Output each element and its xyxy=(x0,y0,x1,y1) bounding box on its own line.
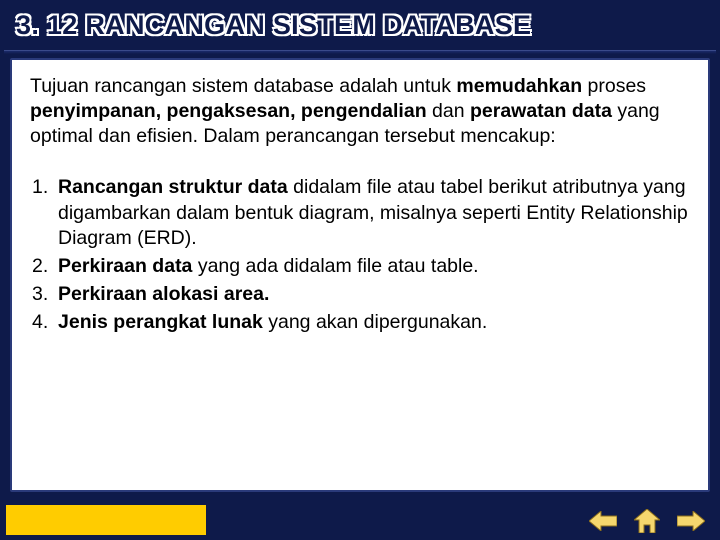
intro-paragraph: Tujuan rancangan sistem database adalah … xyxy=(30,74,690,149)
intro-text: dan xyxy=(427,100,470,122)
intro-bold-3: perawatan data xyxy=(470,100,612,122)
arrow-left-icon xyxy=(589,511,617,531)
item-rest: yang ada didalam file atau table. xyxy=(192,255,478,277)
list-item: 3. Perkiraan alokasi area. xyxy=(30,282,690,308)
slide-title: 3. 12 RANCANGAN SISTEM DATABASE xyxy=(16,10,704,41)
intro-bold-1: memudahkan xyxy=(456,75,582,97)
item-bold: Jenis perangkat lunak xyxy=(58,311,263,333)
home-button[interactable] xyxy=(632,508,662,534)
arrow-right-icon xyxy=(677,511,705,531)
item-text: Perkiraan alokasi area. xyxy=(58,282,690,308)
item-text: Jenis perangkat lunak yang akan dipergun… xyxy=(58,310,690,336)
item-number: 1. xyxy=(30,175,58,252)
item-number: 3. xyxy=(30,282,58,308)
footer-bar xyxy=(0,500,720,540)
item-rest: yang akan dipergunakan. xyxy=(263,311,487,333)
slide: 3. 12 RANCANGAN SISTEM DATABASE Tujuan r… xyxy=(0,0,720,540)
title-underline xyxy=(4,50,716,54)
intro-text: proses xyxy=(582,75,646,97)
item-bold: Perkiraan alokasi area. xyxy=(58,283,269,305)
list-item: 1. Rancangan struktur data didalam file … xyxy=(30,175,690,252)
item-number: 2. xyxy=(30,254,58,280)
footer-accent xyxy=(6,505,206,535)
intro-bold-2: penyimpanan, pengaksesan, pengendalian xyxy=(30,100,427,122)
title-bar: 3. 12 RANCANGAN SISTEM DATABASE xyxy=(4,4,716,49)
prev-button[interactable] xyxy=(588,508,618,534)
home-icon xyxy=(634,509,660,533)
list-item: 4. Jenis perangkat lunak yang akan diper… xyxy=(30,310,690,336)
content-box: Tujuan rancangan sistem database adalah … xyxy=(10,58,710,492)
item-bold: Rancangan struktur data xyxy=(58,176,288,198)
item-bold: Perkiraan data xyxy=(58,255,192,277)
intro-text: Tujuan rancangan sistem database adalah … xyxy=(30,75,456,97)
nav-controls xyxy=(588,508,706,534)
next-button[interactable] xyxy=(676,508,706,534)
item-text: Rancangan struktur data didalam file ata… xyxy=(58,175,690,252)
item-number: 4. xyxy=(30,310,58,336)
numbered-list: 1. Rancangan struktur data didalam file … xyxy=(30,175,690,335)
item-text: Perkiraan data yang ada didalam file ata… xyxy=(58,254,690,280)
list-item: 2. Perkiraan data yang ada didalam file … xyxy=(30,254,690,280)
